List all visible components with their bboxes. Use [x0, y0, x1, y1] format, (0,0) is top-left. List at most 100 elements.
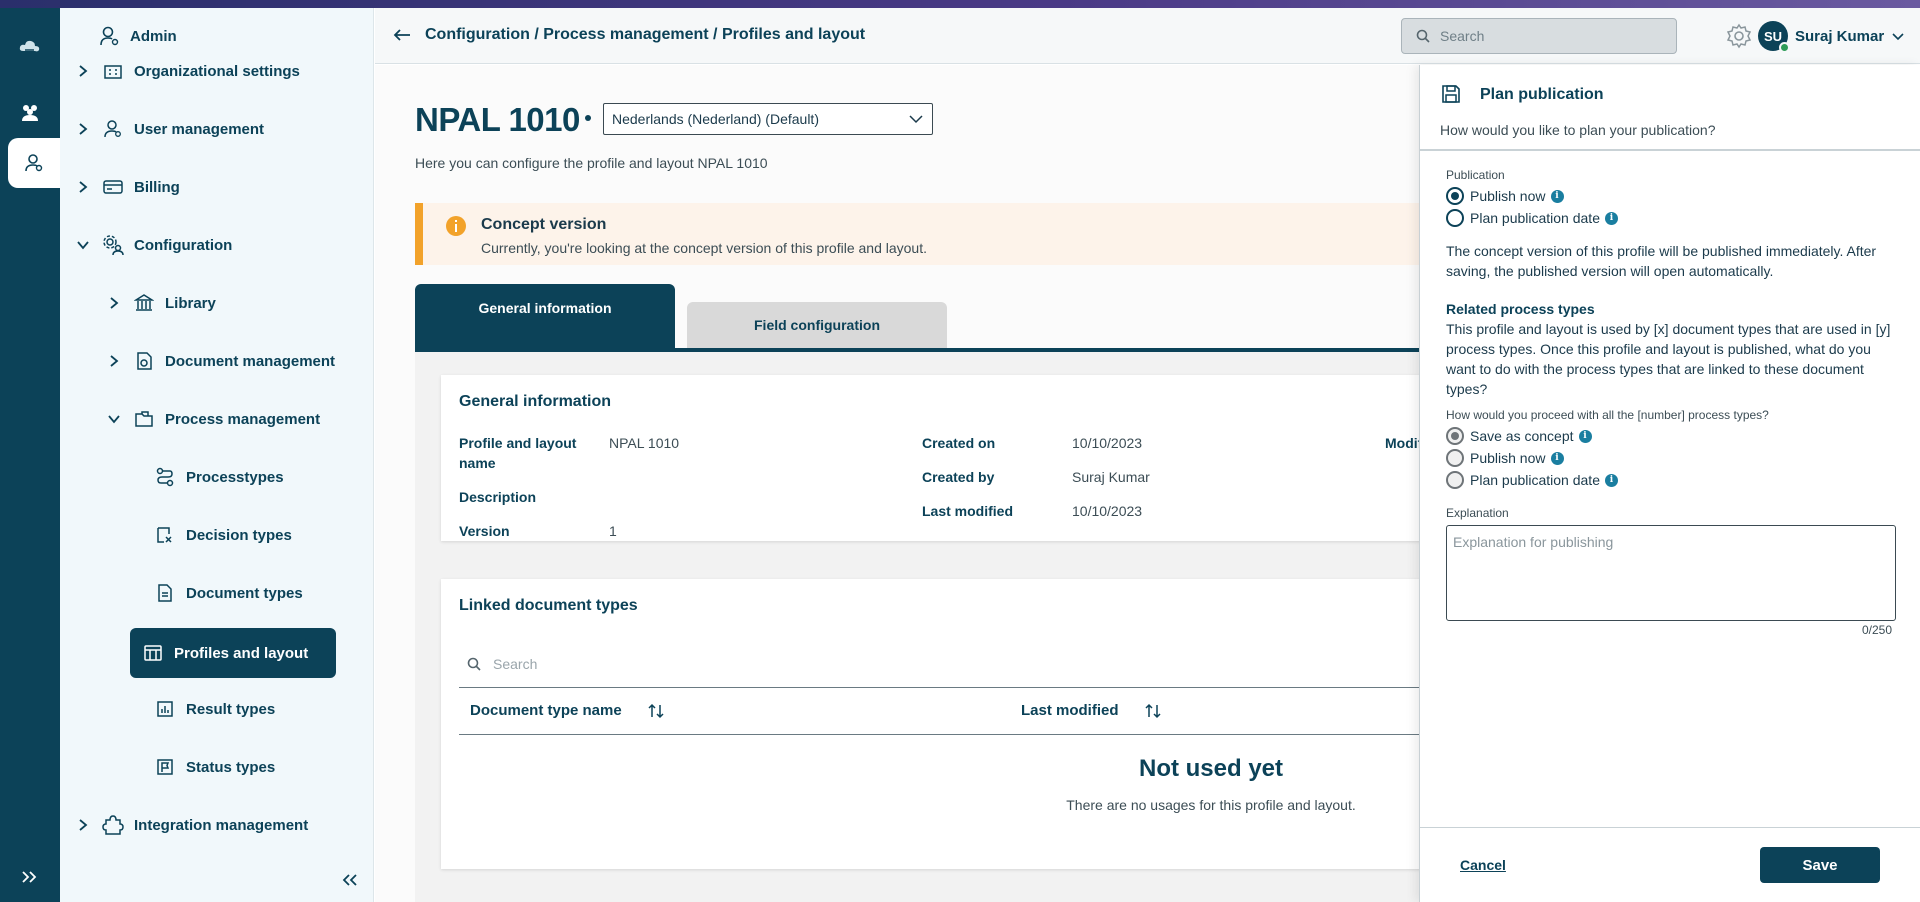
created-by-label: Created by: [922, 469, 995, 485]
radio-label: Save as concept: [1470, 428, 1574, 444]
puzzle-icon: [102, 814, 124, 836]
column-label: Document type name: [470, 702, 622, 719]
info-icon[interactable]: i: [1550, 189, 1564, 203]
flag-icon: [154, 756, 176, 778]
last-modified-value: 10/10/2023: [1072, 503, 1143, 519]
radio-plan-date-process[interactable]: Plan publication date i: [1446, 470, 1618, 490]
collapse-sidebar-icon[interactable]: [337, 868, 361, 892]
radio-publish-now[interactable]: Publish now i: [1446, 186, 1564, 206]
sidebar-item-result-types[interactable]: Result types: [142, 684, 275, 734]
sidebar-item-profiles-and-layout[interactable]: Profiles and layout: [130, 628, 336, 678]
chevron-right-icon: [107, 296, 121, 310]
version-label: Version: [459, 523, 510, 539]
sidebar-item-document-types[interactable]: Document types: [142, 568, 303, 618]
empty-state-text: There are no usages for this profile and…: [1066, 797, 1356, 813]
avatar[interactable]: SU: [1758, 21, 1790, 53]
sidebar-item-library[interactable]: Library: [107, 278, 216, 328]
sidebar-header: Admin: [60, 8, 373, 64]
user-menu[interactable]: Suraj Kumar: [1795, 28, 1904, 45]
document-gear-icon: [133, 350, 155, 372]
radio-plan-publication-date[interactable]: Plan publication date i: [1446, 208, 1618, 228]
sidebar-item-document-management[interactable]: Document management: [107, 336, 335, 386]
linked-document-types-card: Linked document types Search Document ty…: [441, 579, 1555, 869]
radio-label: Plan publication date: [1470, 210, 1600, 226]
tab-field-configuration[interactable]: Field configuration: [687, 302, 947, 348]
search-placeholder: Search: [1440, 28, 1485, 44]
created-on-value: 10/10/2023: [1072, 435, 1143, 451]
info-icon[interactable]: i: [1605, 211, 1618, 225]
sidebar-item-label: Document management: [165, 352, 336, 370]
search-placeholder: Search: [493, 656, 538, 672]
admin-user-icon[interactable]: [8, 138, 60, 188]
sidebar-item-process-management[interactable]: Process management: [107, 394, 320, 444]
description-label: Description: [459, 489, 537, 505]
last-modified-label: Last modified: [922, 503, 1014, 519]
admin-user-icon: [100, 26, 119, 46]
sidebar-item-decision-types[interactable]: Decision types: [142, 510, 292, 560]
radio-button[interactable]: [1446, 471, 1464, 489]
gear-icon[interactable]: [1723, 20, 1755, 52]
drawer-header: Plan publication How would you like to p…: [1420, 65, 1920, 151]
cloud-logo-icon[interactable]: [0, 22, 60, 72]
empty-state-title: Not used yet: [1138, 755, 1284, 782]
sidebar-item-status-types[interactable]: Status types: [142, 742, 275, 792]
general-information-card: General information Profile and layout n…: [441, 375, 1555, 541]
cancel-button[interactable]: Cancel: [1460, 857, 1506, 873]
info-icon[interactable]: i: [1550, 451, 1564, 465]
back-arrow-icon[interactable]: [393, 28, 411, 42]
team-icon[interactable]: [0, 88, 60, 138]
sidebar-item-label: Organizational settings: [134, 62, 300, 80]
gear-user-icon: [102, 234, 124, 256]
version-value: 1: [609, 523, 617, 539]
radio-label: Plan publication date: [1470, 472, 1600, 488]
radio-label: Publish now: [1470, 450, 1546, 466]
info-icon[interactable]: i: [1605, 473, 1618, 487]
banner-title: Concept version: [481, 216, 607, 233]
expand-icon[interactable]: [0, 862, 60, 892]
sidebar-item-integration-management[interactable]: Integration management: [76, 800, 308, 850]
created-on-label: Created on: [922, 435, 996, 451]
radio-button[interactable]: [1446, 449, 1464, 467]
character-counter: 0/250: [1861, 623, 1892, 637]
sort-icon[interactable]: [1144, 703, 1161, 719]
table-search-input[interactable]: Search: [455, 649, 1055, 679]
sidebar-item-configuration[interactable]: Configuration: [76, 220, 232, 270]
column-last-modified[interactable]: Last modified: [1021, 702, 1161, 719]
save-button[interactable]: Save: [1760, 847, 1880, 883]
radio-button[interactable]: [1446, 187, 1464, 205]
chevron-right-icon: [76, 180, 90, 194]
sidebar-item-label: Configuration: [134, 236, 233, 254]
radio-publish-now-process[interactable]: Publish now i: [1446, 448, 1564, 468]
card-heading: General information: [459, 393, 612, 410]
chevron-down-icon: [76, 238, 90, 252]
sidebar-item-label: Profiles and layout: [174, 644, 309, 662]
sort-icon[interactable]: [648, 703, 664, 719]
user-name: Suraj Kumar: [1795, 28, 1885, 45]
tab-general-information[interactable]: General information: [415, 284, 675, 348]
publication-label: Publication: [1446, 168, 1505, 182]
language-select[interactable]: Nederlands (Nederland) (Default): [603, 103, 933, 135]
chevron-right-icon: [107, 354, 121, 368]
concept-version-banner: Concept version Currently, you're lookin…: [415, 203, 1555, 265]
search-icon: [467, 657, 481, 671]
title-separator-dot: [585, 115, 591, 121]
online-status-dot: [1779, 42, 1790, 53]
radio-label: Publish now: [1470, 188, 1546, 204]
radio-save-as-concept[interactable]: Save as concept i: [1446, 426, 1592, 446]
info-icon[interactable]: i: [1578, 429, 1592, 443]
sidebar-item-processtypes[interactable]: Processtypes: [142, 452, 284, 502]
drawer-title: Plan publication: [1480, 86, 1604, 103]
sidebar-item-user-management[interactable]: User management: [76, 104, 264, 154]
sidebar-item-billing[interactable]: Billing: [76, 162, 180, 212]
sidebar-item-label: Decision types: [186, 526, 292, 544]
info-warning-icon: [445, 215, 467, 242]
card-icon: [102, 176, 124, 198]
library-icon: [133, 292, 155, 314]
column-document-type-name[interactable]: Document type name: [470, 702, 664, 719]
column-label: Last modified: [1021, 702, 1119, 719]
topbar: Configuration / Process management / Pro…: [375, 8, 1920, 64]
radio-button[interactable]: [1446, 209, 1464, 227]
search-input[interactable]: Search: [1401, 18, 1677, 54]
radio-button[interactable]: [1446, 427, 1464, 445]
explanation-textarea[interactable]: Explanation for publishing: [1446, 525, 1896, 621]
